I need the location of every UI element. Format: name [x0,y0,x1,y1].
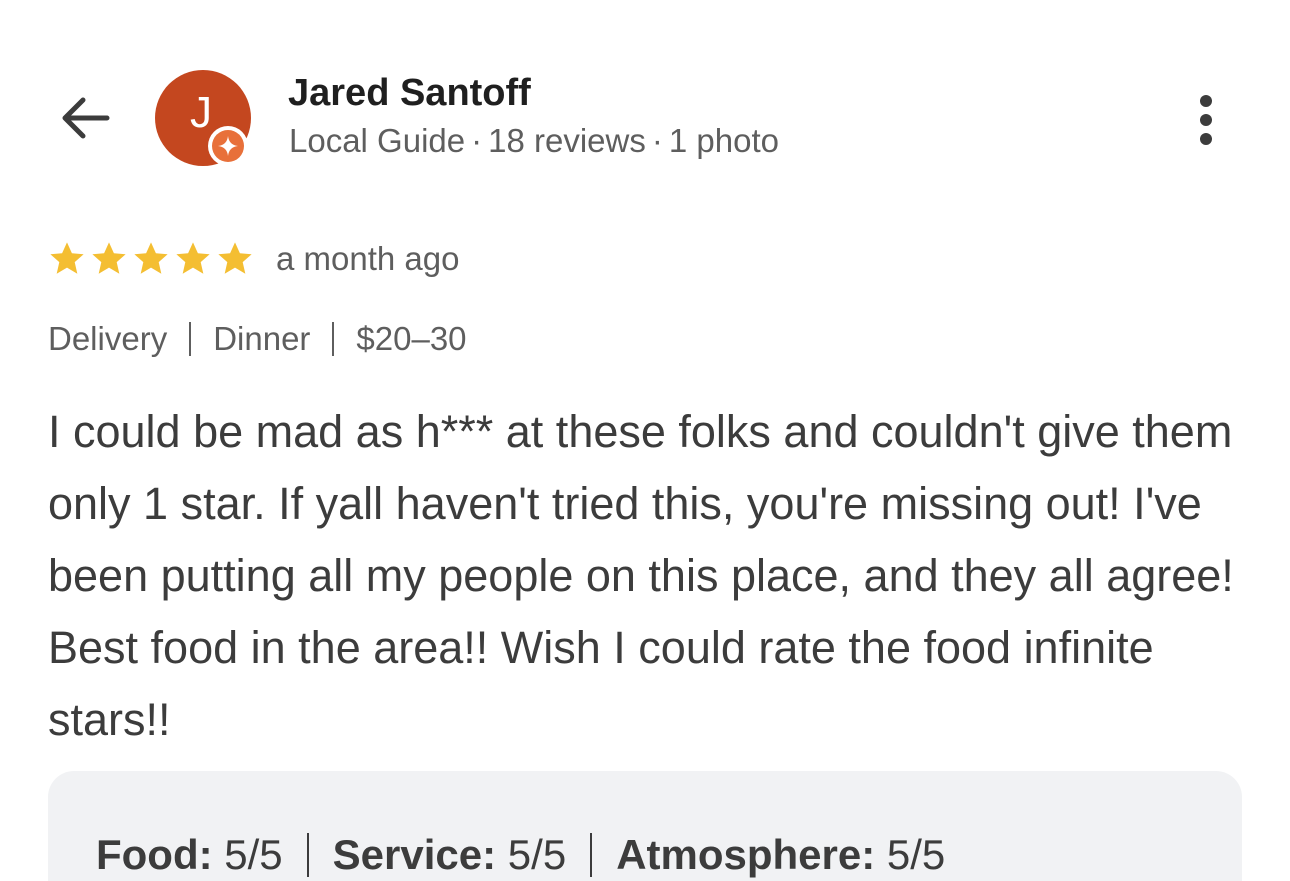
star-icon [218,242,252,274]
rating-divider [590,833,593,877]
category-ratings-panel: Food: 5/5 Service: 5/5 Atmosphere: 5/5 [48,771,1242,881]
more-vertical-icon-dot [1200,95,1212,107]
service-rating-value: 5/5 [507,831,567,878]
reviewer-name[interactable]: Jared Santoff [288,72,531,115]
attribute-service-type: Delivery [48,320,168,357]
star-icon [92,242,126,274]
review-text: I could be mad as h*** at these folks an… [48,406,1234,745]
food-rating-label: Food: [96,831,213,878]
more-vertical-icon-dot [1200,114,1212,126]
star-icon [50,242,84,274]
attribute-meal-type: Dinner [213,320,311,357]
meta-separator: · [471,122,483,159]
more-vertical-icon-dot [1200,133,1212,145]
star-rating [46,238,256,280]
attribute-price: $20–30 [356,320,467,357]
local-guide-badge [208,126,248,166]
meta-separator: · [651,122,663,159]
review-page: J Jared Santoff Local Guide · 18 reviews · 1… [0,0,1290,881]
attribute-divider [189,322,192,356]
service-rating-label: Service: [332,831,497,878]
atmosphere-rating-label: Atmosphere: [616,831,876,878]
back-button[interactable] [52,88,118,148]
review-time: a month ago [276,240,460,277]
photo-count: 1 photo [668,122,779,159]
local-guide-label: Local Guide [289,122,466,159]
avatar-initial: J [190,88,212,137]
star-icon [176,242,210,274]
arrow-left-icon [62,97,110,139]
food-rating-value: 5/5 [224,831,283,878]
reviewer-meta: Local Guide · 18 reviews · 1 photo [289,122,779,160]
attribute-divider [332,322,335,356]
star-icon [134,242,168,274]
local-guide-star-icon [218,136,238,156]
review-attributes: Delivery Dinner $20–30 [48,320,467,358]
category-ratings: Food: 5/5 Service: 5/5 Atmosphere: 5/5 [96,831,945,879]
rating-divider [306,833,309,877]
more-options-button[interactable] [1184,90,1228,150]
review-count: 18 reviews [488,122,646,159]
atmosphere-rating-value: 5/5 [886,831,946,878]
